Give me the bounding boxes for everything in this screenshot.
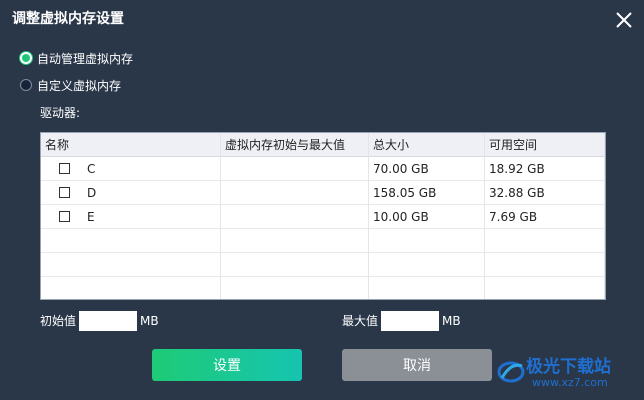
- drive-total: 10.00 GB: [373, 210, 429, 224]
- table-row-empty: [41, 253, 605, 277]
- table-row-empty: [41, 229, 605, 253]
- drive-name: D: [87, 186, 97, 200]
- radio-custom[interactable]: 自定义虚拟内存: [20, 77, 121, 93]
- radio-custom-label: 自定义虚拟内存: [37, 78, 122, 93]
- drive-checkbox[interactable]: [59, 187, 70, 198]
- header-free: 可用空间: [489, 138, 538, 152]
- table-header: 名称 虚拟内存初始与最大值 总大小 可用空间: [41, 133, 605, 157]
- table-row[interactable]: E 10.00 GB 7.69 GB: [41, 205, 605, 229]
- radio-auto-manage[interactable]: 自动管理虚拟内存: [20, 50, 133, 66]
- max-value-input[interactable]: [381, 311, 439, 331]
- cancel-button[interactable]: 取消: [342, 349, 492, 381]
- aurora-logo-icon: [497, 361, 525, 383]
- table-row-empty: [41, 277, 605, 299]
- close-icon: [616, 12, 632, 28]
- drive-name: E: [87, 210, 95, 224]
- max-value-label: 最大值: [342, 314, 379, 328]
- drive-checkbox[interactable]: [59, 163, 70, 174]
- radio-auto-label: 自动管理虚拟内存: [37, 51, 134, 66]
- close-button[interactable]: [612, 8, 636, 32]
- radio-checked-icon: [20, 52, 32, 64]
- table-row[interactable]: C 70.00 GB 18.92 GB: [41, 157, 605, 181]
- watermark-url: www.xz7.com: [532, 376, 608, 389]
- watermark: 极光下载站 www.xz7.com: [496, 352, 640, 396]
- header-total: 总大小: [373, 138, 410, 152]
- initial-unit: MB: [140, 314, 159, 328]
- drive-name: C: [87, 162, 96, 176]
- header-name: 名称: [45, 138, 70, 152]
- initial-value-input[interactable]: [79, 311, 137, 331]
- drives-table: 名称 虚拟内存初始与最大值 总大小 可用空间 C 70.00 GB 18.92 …: [40, 132, 606, 300]
- virtual-memory-dialog: 调整虚拟内存设置 自动管理虚拟内存 自定义虚拟内存 驱动器: 名称 虚拟内存初始…: [0, 0, 644, 400]
- table-row[interactable]: D 158.05 GB 32.88 GB: [41, 181, 605, 205]
- drive-total: 158.05 GB: [373, 186, 437, 200]
- initial-value-label: 初始值: [40, 314, 77, 328]
- drive-checkbox[interactable]: [59, 211, 70, 222]
- drive-free: 18.92 GB: [489, 162, 545, 176]
- watermark-title: 极光下载站: [526, 357, 611, 377]
- drive-total: 70.00 GB: [373, 162, 429, 176]
- drive-free: 7.69 GB: [489, 210, 538, 224]
- radio-unchecked-icon: [20, 79, 32, 91]
- set-button[interactable]: 设置: [152, 349, 302, 381]
- max-unit: MB: [442, 314, 461, 328]
- header-range: 虚拟内存初始与最大值: [225, 138, 346, 152]
- drives-label: 驱动器:: [40, 106, 81, 120]
- dialog-title: 调整虚拟内存设置: [12, 11, 124, 27]
- drive-free: 32.88 GB: [489, 186, 545, 200]
